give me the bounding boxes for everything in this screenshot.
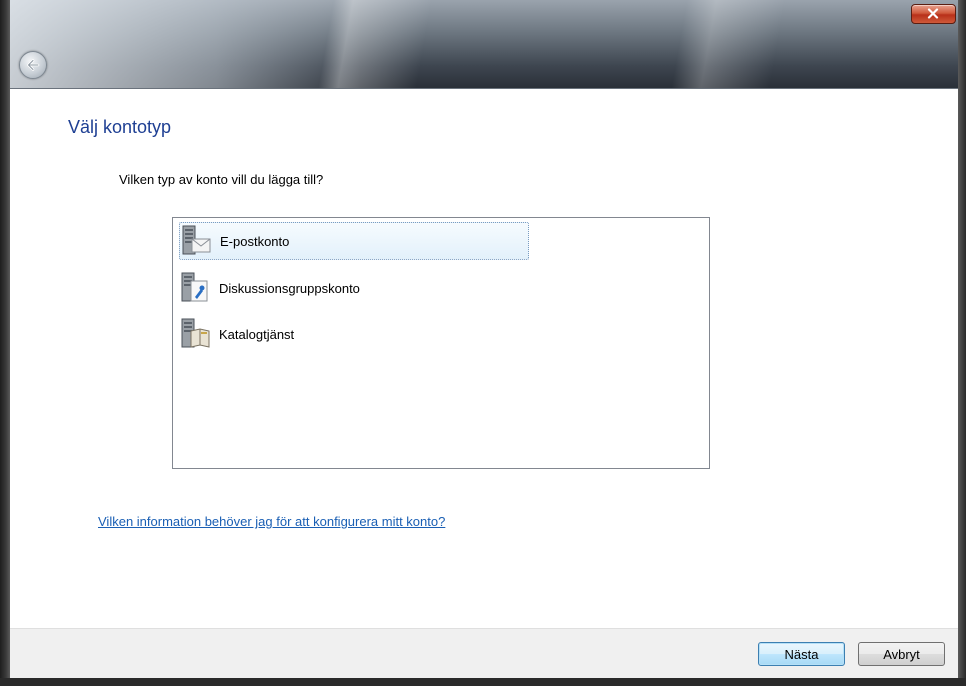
next-button[interactable]: Nästa (758, 642, 845, 666)
wizard-footer: Nästa Avbryt (10, 628, 958, 679)
account-type-list[interactable]: E-postkonto Diskussionsgruppskonto Katal… (172, 217, 710, 469)
title-bar (0, 0, 966, 89)
newsgroup-server-icon (181, 272, 208, 302)
list-item-label: E-postkonto (220, 233, 290, 249)
email-server-icon (182, 225, 211, 255)
close-x-icon (927, 8, 939, 19)
title-bar-glass (0, 0, 360, 88)
window-frame-right (958, 0, 966, 686)
page-title: Välj kontotyp (68, 117, 172, 137)
window-frame-bottom (0, 678, 966, 686)
list-item-newsgroup-account[interactable]: Diskussionsgruppskonto (179, 270, 527, 306)
list-item-email-account[interactable]: E-postkonto (179, 222, 529, 260)
back-arrow-icon (27, 59, 40, 71)
cancel-button[interactable]: Avbryt (858, 642, 945, 666)
directory-server-icon (181, 318, 210, 348)
list-item-label: Katalogtjänst (219, 326, 295, 342)
list-item-directory-service[interactable]: Katalogtjänst (179, 316, 527, 352)
help-link[interactable]: Vilken information behöver jag för att k… (98, 514, 445, 529)
question-label: Vilken typ av konto vill du lägga till? (119, 172, 324, 187)
window-frame-left (0, 0, 10, 686)
list-item-label: Diskussionsgruppskonto (219, 280, 360, 296)
wizard-content: Välj kontotyp Vilken typ av konto vill d… (10, 89, 958, 628)
close-button[interactable] (911, 4, 956, 24)
back-button[interactable] (19, 51, 47, 79)
